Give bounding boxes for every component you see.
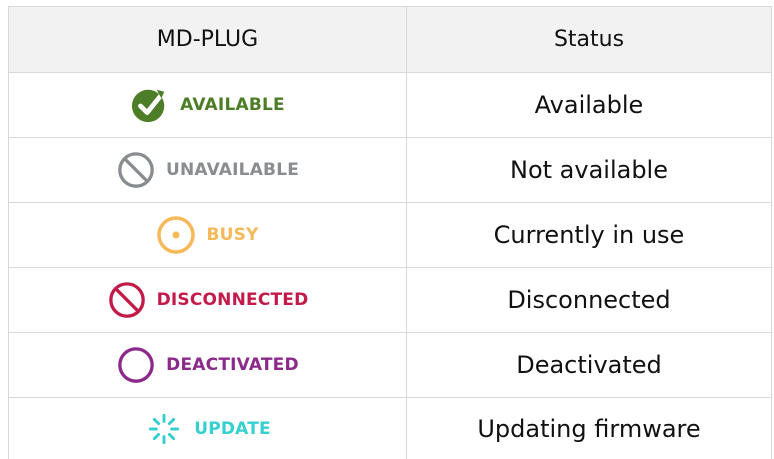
header-md-plug: MD-PLUG bbox=[9, 7, 407, 72]
status-table: MD-PLUG Status AVAILABLE Available UNAVA… bbox=[8, 6, 772, 459]
header-status: Status bbox=[407, 7, 771, 72]
badge-label: DEACTIVATED bbox=[166, 355, 299, 375]
badge-cell: DEACTIVATED bbox=[9, 333, 407, 397]
table-row: DISCONNECTED Disconnected bbox=[9, 268, 771, 333]
table-row: AVAILABLE Available bbox=[9, 73, 771, 138]
badge-cell: DISCONNECTED bbox=[9, 268, 407, 332]
badge-label: DISCONNECTED bbox=[156, 290, 309, 310]
prohibited-icon bbox=[116, 150, 156, 190]
table-header-row: MD-PLUG Status bbox=[9, 7, 771, 73]
available-badge: AVAILABLE bbox=[130, 85, 285, 125]
status-text: Currently in use bbox=[493, 221, 685, 249]
target-dot-icon bbox=[156, 215, 196, 255]
ring-icon bbox=[116, 345, 156, 385]
disconnected-badge: DISCONNECTED bbox=[107, 280, 309, 320]
status-cell: Deactivated bbox=[407, 333, 771, 397]
status-cell: Currently in use bbox=[407, 203, 771, 267]
badge-label: BUSY bbox=[206, 225, 259, 245]
unavailable-badge: UNAVAILABLE bbox=[116, 150, 299, 190]
spinner-icon bbox=[144, 409, 184, 449]
header-label: MD-PLUG bbox=[156, 27, 259, 52]
status-text: Updating firmware bbox=[477, 414, 701, 443]
deactivated-badge: DEACTIVATED bbox=[116, 345, 299, 385]
check-circle-icon bbox=[130, 85, 170, 125]
table-row: UNAVAILABLE Not available bbox=[9, 138, 771, 203]
status-cell: Available bbox=[407, 73, 771, 137]
status-text: Deactivated bbox=[516, 351, 662, 379]
table-row: UPDATE Updating firmware bbox=[9, 398, 771, 459]
status-cell: Disconnected bbox=[407, 268, 771, 332]
busy-badge: BUSY bbox=[156, 215, 258, 255]
header-label: Status bbox=[553, 27, 625, 52]
badge-cell: BUSY bbox=[9, 203, 407, 267]
badge-cell: AVAILABLE bbox=[9, 73, 407, 137]
badge-label: UNAVAILABLE bbox=[165, 160, 300, 180]
badge-cell: UNAVAILABLE bbox=[9, 138, 407, 202]
status-cell: Updating firmware bbox=[407, 398, 771, 459]
status-cell: Not available bbox=[407, 138, 771, 202]
badge-label: UPDATE bbox=[194, 418, 271, 439]
table-row: DEACTIVATED Deactivated bbox=[9, 333, 771, 398]
status-text: Available bbox=[534, 91, 644, 119]
update-badge: UPDATE bbox=[144, 409, 271, 449]
badge-label: AVAILABLE bbox=[180, 95, 285, 115]
status-text: Not available bbox=[509, 156, 668, 184]
badge-cell: UPDATE bbox=[9, 398, 407, 459]
status-text: Disconnected bbox=[507, 286, 671, 314]
table-row: BUSY Currently in use bbox=[9, 203, 771, 268]
prohibited-icon bbox=[107, 280, 147, 320]
